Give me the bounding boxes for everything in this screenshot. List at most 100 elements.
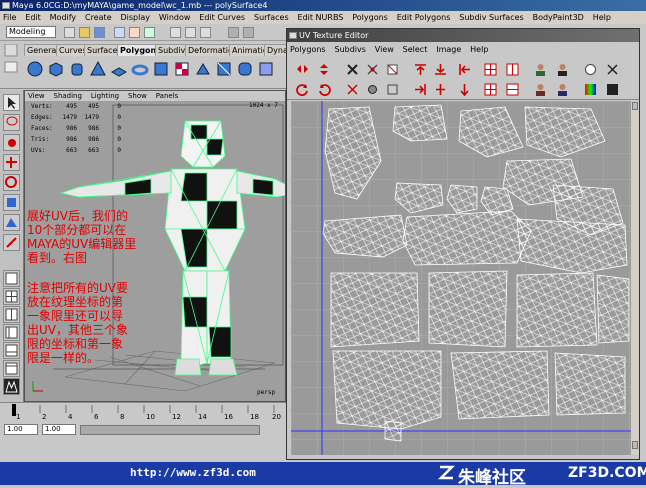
uv-layout-mesh[interactable] [291, 101, 631, 455]
rotate-cw-icon[interactable] [317, 82, 332, 97]
layout-two-icon[interactable] [3, 306, 20, 323]
uv-menu-subdivs[interactable]: Subdivs [331, 43, 368, 56]
shelf-options-icon[interactable] [3, 44, 21, 84]
combine-icon[interactable] [152, 60, 170, 78]
scroll-up-arrow-icon[interactable] [632, 102, 638, 110]
align-center-icon[interactable] [433, 82, 448, 97]
snap-point-icon[interactable] [200, 27, 211, 38]
vp-menu-show[interactable]: Show [125, 91, 150, 101]
rotate-tool-icon[interactable] [3, 174, 20, 191]
menu-modify[interactable]: Modify [47, 11, 80, 24]
uv-menu-polygons[interactable]: Polygons [287, 43, 329, 56]
dim-image-icon[interactable] [555, 62, 570, 77]
menu-edit-curves[interactable]: Edit Curves [196, 11, 248, 24]
unfold-icon[interactable] [345, 82, 360, 97]
color-channels-icon[interactable] [583, 82, 598, 97]
move-uv-shell-icon[interactable] [385, 62, 400, 77]
smooth-icon[interactable] [236, 60, 254, 78]
select-tool-icon[interactable] [3, 94, 20, 111]
alpha-channel-icon[interactable] [605, 82, 620, 97]
relax-icon[interactable] [365, 82, 380, 97]
uv-grid-icon[interactable] [483, 82, 498, 97]
layout-uv-icon[interactable] [385, 82, 400, 97]
uv-menu-select[interactable]: Select [400, 43, 431, 56]
select-component-icon[interactable] [144, 27, 155, 38]
last-tool-icon[interactable] [3, 234, 20, 251]
align-right-icon[interactable] [413, 82, 428, 97]
stack-icon[interactable] [457, 82, 472, 97]
poly-sphere-icon[interactable] [26, 60, 44, 78]
align-left-icon[interactable] [457, 62, 472, 77]
uv-menu-view[interactable]: View [372, 43, 397, 56]
grid-view-icon[interactable] [483, 62, 498, 77]
frame-selected-icon[interactable] [505, 82, 520, 97]
sew-uv-icon[interactable] [365, 62, 380, 77]
pixel-snap-icon[interactable] [583, 62, 598, 77]
range-bar[interactable] [80, 425, 260, 435]
snap-curve-icon[interactable] [185, 27, 196, 38]
manipulator-tool-icon[interactable] [3, 214, 20, 231]
menu-window[interactable]: Window [156, 11, 194, 24]
flip-v-icon[interactable] [317, 62, 332, 77]
scroll-down-arrow-icon[interactable] [632, 441, 638, 449]
move-tool-icon[interactable] [3, 154, 20, 171]
menu-help[interactable]: Help [590, 11, 614, 24]
poly-cube-icon[interactable] [47, 60, 65, 78]
menu-surfaces[interactable]: Surfaces [251, 11, 292, 24]
menu-file[interactable]: File [0, 11, 19, 24]
checker-icon[interactable] [173, 60, 191, 78]
snap-grid-icon[interactable] [170, 27, 181, 38]
filter-image-icon[interactable] [555, 82, 570, 97]
image-range-icon[interactable] [533, 82, 548, 97]
align-up-icon[interactable] [413, 62, 428, 77]
time-slider[interactable]: 1 2 4 6 8 10 12 14 16 18 20 [0, 402, 290, 422]
new-scene-icon[interactable] [64, 27, 75, 38]
menu-subdiv-surfaces[interactable]: Subdiv Surfaces [456, 11, 526, 24]
layout-hypershade-icon[interactable] [3, 360, 20, 377]
menu-bodypaint[interactable]: BodyPaint3D [530, 11, 587, 24]
menu-polygons[interactable]: Polygons [349, 11, 391, 24]
render-icon[interactable] [228, 27, 239, 38]
menu-edit[interactable]: Edit [22, 11, 44, 24]
vp-menu-lighting[interactable]: Lighting [88, 91, 122, 101]
menu-edit-nurbs[interactable]: Edit NURBS [295, 11, 347, 24]
ipr-render-icon[interactable] [243, 27, 254, 38]
uv-menu-help[interactable]: Help [467, 43, 491, 56]
split-poly-icon[interactable] [215, 60, 233, 78]
align-down-icon[interactable] [433, 62, 448, 77]
vp-menu-panels[interactable]: Panels [153, 91, 182, 101]
select-object-icon[interactable] [129, 27, 140, 38]
playback-start-field[interactable]: 1.00 [42, 424, 76, 435]
menu-edit-polygons[interactable]: Edit Polygons [394, 11, 454, 24]
display-image-icon[interactable] [533, 62, 548, 77]
layout-single-icon[interactable] [3, 270, 20, 287]
layout-graph-icon[interactable] [3, 342, 20, 359]
mode-selector[interactable]: Modeling [6, 26, 56, 38]
save-scene-icon[interactable] [94, 27, 105, 38]
perspective-viewport[interactable]: View Shading Lighting Show Panels Verts:… [24, 90, 286, 402]
cut-uv-icon[interactable] [345, 62, 360, 77]
isolate-select-icon[interactable] [605, 62, 620, 77]
poly-torus-icon[interactable] [131, 60, 149, 78]
rotate-ccw-icon[interactable] [295, 82, 310, 97]
vp-menu-view[interactable]: View [25, 91, 48, 101]
scale-tool-icon[interactable] [3, 194, 20, 211]
open-scene-icon[interactable] [79, 27, 90, 38]
lasso-tool-icon[interactable] [3, 114, 20, 131]
menu-create[interactable]: Create [82, 11, 115, 24]
poly-cylinder-icon[interactable] [68, 60, 86, 78]
start-time-field[interactable]: 1.00 [4, 424, 38, 435]
uv-canvas[interactable] [291, 101, 631, 455]
vp-menu-shading[interactable]: Shading [51, 91, 85, 101]
poly-cone-icon[interactable] [89, 60, 107, 78]
extrude-icon[interactable] [194, 60, 212, 78]
uv-menu-image[interactable]: Image [433, 43, 464, 56]
layout-outliner-icon[interactable] [3, 324, 20, 341]
select-hierarchy-icon[interactable] [114, 27, 125, 38]
menu-display[interactable]: Display [118, 11, 154, 24]
layout-four-icon[interactable] [3, 288, 20, 305]
uv-editor-scrollbar[interactable] [631, 101, 639, 455]
flip-u-icon[interactable] [295, 62, 310, 77]
frame-all-icon[interactable] [505, 62, 520, 77]
paint-select-icon[interactable] [3, 134, 20, 151]
